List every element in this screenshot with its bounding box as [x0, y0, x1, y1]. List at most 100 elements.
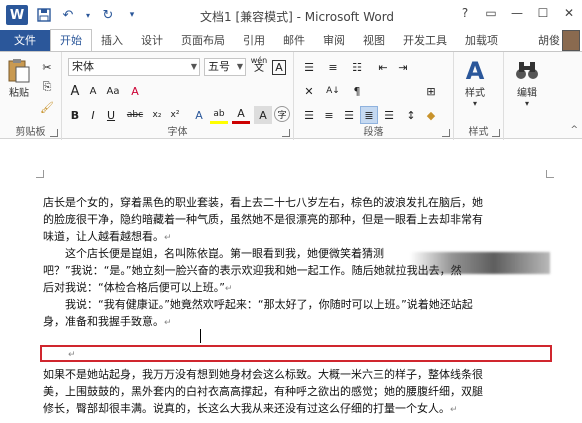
cut-icon[interactable]: ✂ [38, 58, 56, 76]
change-case-icon[interactable]: Aa [104, 82, 122, 100]
text-highlight-button[interactable]: ab [210, 106, 228, 124]
close-button[interactable]: ✕ [556, 0, 582, 26]
tab-design[interactable]: 设计 [132, 30, 172, 51]
enclose-characters-icon[interactable]: 字 [274, 106, 290, 122]
character-shading-icon[interactable]: A [254, 106, 272, 124]
undo-dropdown-icon[interactable]: ▾ [84, 7, 92, 23]
font-size-combo[interactable]: 五号 ▼ [204, 58, 246, 76]
tab-file[interactable]: 文件 [0, 30, 50, 51]
line-spacing-icon[interactable]: ↕ [402, 106, 420, 124]
strikethrough-button[interactable]: abc [124, 106, 146, 124]
chinese-layout-icon[interactable]: ✕ [300, 82, 318, 100]
clipboard-launcher-icon[interactable] [50, 129, 58, 137]
grow-font-icon[interactable]: A [66, 82, 84, 100]
text-effects-icon[interactable]: A [190, 106, 208, 124]
minimize-button[interactable]: — [504, 0, 530, 26]
collapse-ribbon-icon[interactable]: ^ [570, 125, 578, 135]
sort-icon[interactable]: A↓ [322, 82, 344, 100]
styles-icon: A [465, 57, 485, 85]
font-name-combo[interactable]: 宋体 ▼ [68, 58, 200, 76]
document-line: 我说：“我有健康证。”她竟然欢呼起来：“那太好了，你随时可以上班。”说着她还站起 [43, 298, 473, 311]
clear-formatting-icon[interactable]: A [126, 82, 144, 100]
paste-button[interactable]: 粘贴 [6, 58, 32, 99]
bullets-icon[interactable]: ☰ [300, 58, 318, 76]
tab-references[interactable]: 引用 [234, 30, 274, 51]
binoculars-icon [514, 58, 540, 84]
increase-indent-icon[interactable]: ⇥ [394, 58, 412, 76]
font-name-value: 宋体 [72, 60, 94, 73]
font-size-value: 五号 [208, 60, 230, 73]
font-launcher-icon[interactable] [282, 129, 290, 137]
styles-launcher-icon[interactable] [492, 129, 500, 137]
avatar[interactable] [562, 30, 580, 51]
shrink-font-icon[interactable]: A [84, 82, 102, 100]
subscript-button[interactable]: x₂ [148, 106, 166, 124]
styles-label: 样式 [465, 88, 485, 99]
document-page[interactable]: 店长是个女的，穿着黑色的职业套装，看上去二十七八岁左右，棕色的波浪发扎在脑后，她… [0, 140, 582, 423]
undo-icon[interactable]: ↶ [60, 7, 76, 23]
distributed-icon[interactable]: ☰ [380, 106, 398, 124]
align-left-icon[interactable]: ☰ [300, 106, 318, 124]
tab-developer[interactable]: 开发工具 [394, 30, 456, 51]
styles-group: A 样式 ▾ 样式 [454, 52, 504, 140]
document-line: 修长，臀部却很丰满。说真的，长这么大我从来还没有过这么仔细的打量一个女人。↵ [43, 402, 458, 415]
paragraph-group-label: 段落 [363, 127, 384, 138]
window-controls: ? ▭ — ☐ ✕ [452, 0, 582, 26]
font-group: 宋体 ▼ 五号 ▼ wén 文 A A A Aa A B I U abc x₂ x… [62, 52, 294, 140]
document-line: 美，上围鼓鼓的，黑外套内的白衬衣高高撑起，有种呼之欲出的感觉；她的腰腹纤细，双腿 [43, 385, 483, 398]
font-group-label: 字体 [167, 127, 188, 138]
tab-review[interactable]: 审阅 [314, 30, 354, 51]
chevron-down-icon: ▼ [190, 62, 197, 71]
tab-view[interactable]: 视图 [354, 30, 394, 51]
superscript-button[interactable]: x² [166, 106, 184, 124]
ribbon-home: 粘贴 ✂ ⎘ 🖌 剪贴板 宋体 ▼ 五号 ▼ wén 文 A A A Aa A B… [0, 51, 582, 140]
italic-button[interactable]: I [84, 106, 102, 124]
quick-access-toolbar: W ↶ ▾ ↻ ▾ [0, 0, 140, 30]
clipboard-group: 粘贴 ✂ ⎘ 🖌 剪贴板 [0, 52, 62, 140]
paragraph-launcher-icon[interactable] [442, 129, 450, 137]
styles-button[interactable]: A 样式 ▾ [462, 57, 488, 108]
repeat-icon[interactable]: ↻ [100, 7, 116, 23]
align-right-icon[interactable]: ☰ [340, 106, 358, 124]
tab-home[interactable]: 开始 [50, 29, 92, 51]
font-color-button[interactable]: A [232, 106, 250, 124]
show-marks-icon[interactable]: ¶ [348, 82, 366, 100]
underline-button[interactable]: U [102, 106, 120, 124]
maximize-button[interactable]: ☐ [530, 0, 556, 26]
phonetic-guide-icon[interactable]: wén 文 [250, 56, 268, 74]
bold-button[interactable]: B [66, 106, 84, 124]
numbering-icon[interactable]: ≡ [324, 58, 342, 76]
shading-icon[interactable]: ◆ [422, 106, 440, 124]
page-corner-mark [36, 170, 44, 178]
customize-toolbar-icon[interactable]: ▾ [124, 7, 140, 23]
editing-label: 编辑 [517, 88, 537, 99]
tab-mailings[interactable]: 邮件 [274, 30, 314, 51]
chevron-down-icon: ▾ [472, 99, 477, 108]
align-center-icon[interactable]: ≡ [320, 106, 338, 124]
justify-icon[interactable]: ≣ [360, 106, 378, 124]
decrease-indent-icon[interactable]: ⇤ [374, 58, 392, 76]
document-line: 的脸庞很干净，隐约暗藏着一种气质，虽然她不是很漂亮的那种，但是一眼看上去却非常有 [43, 213, 483, 226]
borders-icon[interactable]: ⊞ [422, 82, 440, 100]
word-logo-icon[interactable]: W [6, 5, 28, 25]
document-line: 店长是个女的，穿着黑色的职业套装，看上去二十七八岁左右，棕色的波浪发扎在脑后，她 [43, 196, 483, 209]
help-button[interactable]: ? [452, 0, 478, 26]
copy-icon[interactable]: ⎘ [38, 78, 56, 96]
paste-icon [6, 58, 32, 84]
editing-group: 编辑 ▾ [504, 52, 564, 140]
format-painter-icon[interactable]: 🖌 [38, 98, 56, 116]
document-line: 味道，让人越看越想看。↵ [43, 230, 172, 243]
tab-addins[interactable]: 加载项 [456, 30, 507, 51]
editing-button[interactable]: 编辑 ▾ [514, 58, 540, 108]
character-border-icon[interactable]: A [270, 58, 288, 76]
user-name[interactable]: 胡俊 [538, 30, 560, 51]
ribbon-display-button[interactable]: ▭ [478, 0, 504, 26]
multilevel-list-icon[interactable]: ☷ [348, 58, 366, 76]
tab-insert[interactable]: 插入 [92, 30, 132, 51]
tab-page-layout[interactable]: 页面布局 [172, 30, 234, 51]
document-line: 后对我说：“体检合格后便可以上班。”↵ [43, 281, 233, 294]
document-title: 文档1 [兼容模式] - Microsoft Word [200, 10, 395, 24]
text-cursor [200, 329, 201, 343]
save-icon[interactable] [36, 7, 52, 23]
ribbon-tabs: 文件 开始 插入 设计 页面布局 引用 邮件 审阅 视图 开发工具 加载项 [0, 29, 582, 51]
